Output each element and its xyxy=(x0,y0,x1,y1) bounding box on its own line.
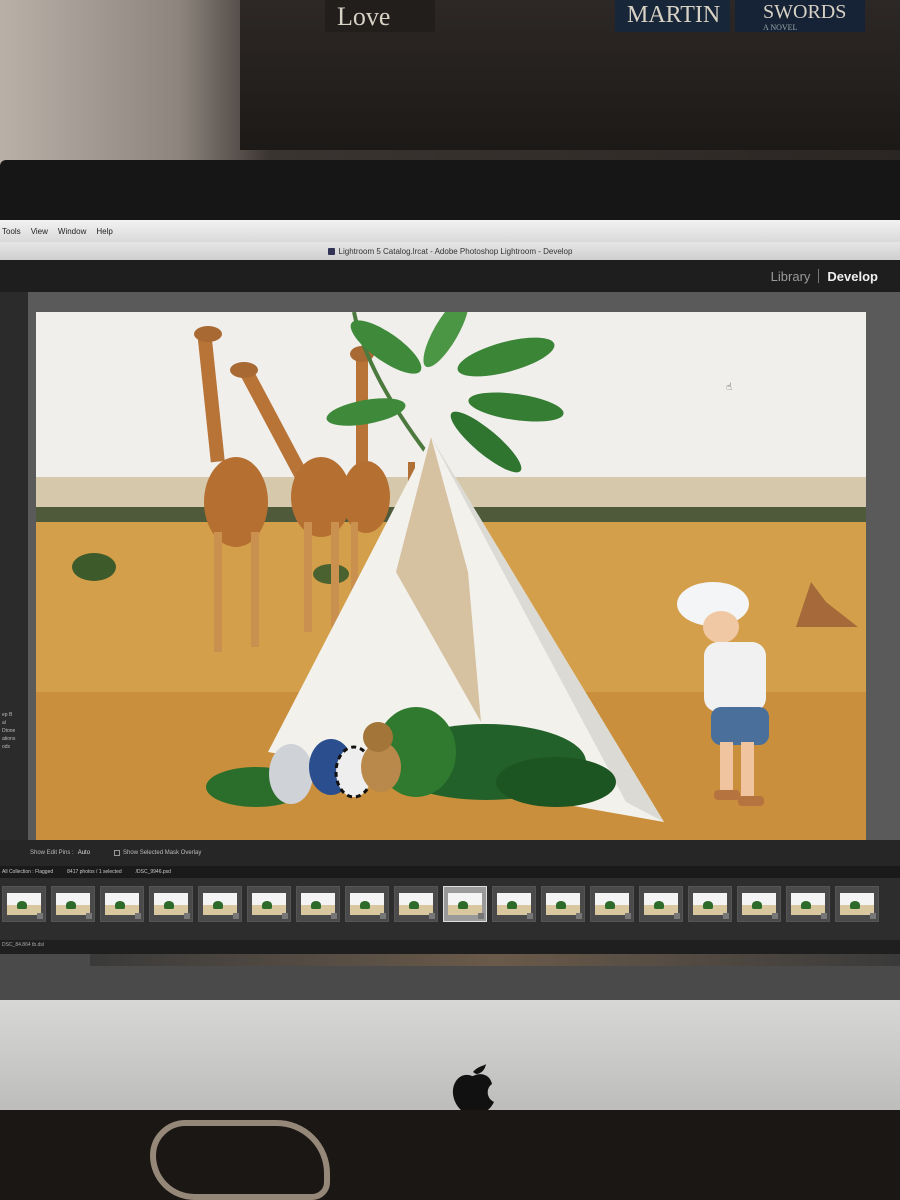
filmstrip-header: All Collection : Flagged 8417 photos / 1… xyxy=(0,866,900,878)
filmstrip-thumbnail[interactable] xyxy=(394,886,438,922)
menu-window[interactable]: Window xyxy=(58,227,86,236)
lightroom-screen: Tools View Window Help Lightroom 5 Catal… xyxy=(0,220,900,1000)
edited-badge-icon xyxy=(723,913,729,919)
thumbnail-plant xyxy=(850,901,860,909)
left-panel-label[interactable]: Dtone xyxy=(2,728,15,734)
desk xyxy=(0,1110,900,1200)
edited-badge-icon xyxy=(625,913,631,919)
thumbnail-plant xyxy=(654,901,664,909)
edited-badge-icon xyxy=(184,913,190,919)
left-panel-label[interactable]: ods xyxy=(2,744,10,750)
filmstrip-filename: /DSC_9946.psd xyxy=(135,869,171,875)
filmstrip-thumbnail[interactable] xyxy=(492,886,536,922)
filmstrip-source[interactable]: All Collection : Flagged xyxy=(2,869,53,875)
filmstrip-thumbnail[interactable] xyxy=(149,886,193,922)
thumbnail-plant xyxy=(801,901,811,909)
filmstrip-thumbnail[interactable] xyxy=(345,886,389,922)
left-panel-label[interactable]: al xyxy=(2,720,6,726)
thumbnail-plant xyxy=(752,901,762,909)
edit-pins-label: Show Edit Pins : xyxy=(30,850,74,856)
edited-badge-icon xyxy=(870,913,876,919)
photo-canvas[interactable]: ☝ xyxy=(36,312,866,870)
status-text: DSC_84.864 tb.dsl xyxy=(2,942,44,948)
module-develop[interactable]: Develop xyxy=(819,269,886,284)
edited-badge-icon xyxy=(821,913,827,919)
thumbnail-plant xyxy=(66,901,76,909)
filmstrip-thumbnail[interactable] xyxy=(541,886,585,922)
edited-badge-icon xyxy=(527,913,533,919)
edited-badge-icon xyxy=(576,913,582,919)
window-title: Lightroom 5 Catalog.lrcat - Adobe Photos… xyxy=(338,246,573,256)
thumbnail-plant xyxy=(703,901,713,909)
bush xyxy=(72,553,116,581)
thumbnail-plant xyxy=(164,901,174,909)
thumbnail-plant xyxy=(213,901,223,909)
thumbnail-plant xyxy=(262,901,272,909)
edited-badge-icon xyxy=(331,913,337,919)
edited-badge-icon xyxy=(135,913,141,919)
filmstrip-thumbnail[interactable] xyxy=(786,886,830,922)
edited-badge-icon xyxy=(674,913,680,919)
mask-overlay-checkbox[interactable] xyxy=(114,850,121,856)
filmstrip-thumbnail[interactable] xyxy=(737,886,781,922)
develop-toolbar: Show Edit Pins : Auto Show Selected Mask… xyxy=(0,840,900,866)
thumbnail-plant xyxy=(17,901,27,909)
thumbnail-plant xyxy=(115,901,125,909)
menu-view[interactable]: View xyxy=(31,227,48,236)
safari-tent-photo: ☝ xyxy=(36,312,866,870)
edited-badge-icon xyxy=(772,913,778,919)
thumbnail-plant xyxy=(605,901,615,909)
document-icon xyxy=(327,247,335,255)
thumbnail-plant xyxy=(360,901,370,909)
module-library[interactable]: Library xyxy=(763,269,819,284)
left-panel-label[interactable]: ep B xyxy=(2,712,12,718)
book-love-title: Love xyxy=(337,2,391,31)
book-martin-title: MARTIN xyxy=(627,2,721,28)
thumbnail-plant xyxy=(409,901,419,909)
cursor-icon: ☝ xyxy=(726,382,732,393)
desk-decoration xyxy=(150,1120,330,1200)
left-panel-label[interactable]: ations xyxy=(2,736,15,742)
module-picker: Library Develop xyxy=(0,260,900,292)
left-panel: ep B al Dtone ations ods xyxy=(0,292,28,842)
filmstrip-thumbnail[interactable] xyxy=(247,886,291,922)
filmstrip-thumbnail[interactable] xyxy=(2,886,46,922)
filmstrip-thumbnail[interactable] xyxy=(688,886,732,922)
edited-badge-icon xyxy=(429,913,435,919)
filmstrip-thumbnail[interactable] xyxy=(100,886,144,922)
edited-badge-icon xyxy=(233,913,239,919)
thumbnail-plant xyxy=(311,901,321,909)
menu-bar: Tools View Window Help xyxy=(0,220,900,242)
book-swords-title: SWORDS xyxy=(763,1,847,23)
edited-badge-icon xyxy=(478,913,484,919)
book-swords-subtitle: A NOVEL xyxy=(763,23,798,32)
thumbnail-plant xyxy=(556,901,566,909)
filmstrip-thumbnail[interactable] xyxy=(296,886,340,922)
filmstrip-thumbnail[interactable] xyxy=(443,886,487,922)
edited-badge-icon xyxy=(282,913,288,919)
filmstrip-thumbnail[interactable] xyxy=(51,886,95,922)
apple-logo-icon xyxy=(452,1064,494,1113)
edited-badge-icon xyxy=(86,913,92,919)
window-titlebar: Lightroom 5 Catalog.lrcat - Adobe Photos… xyxy=(0,242,900,260)
filmstrip-count: 8417 photos / 1 selected xyxy=(67,869,122,875)
edited-badge-icon xyxy=(37,913,43,919)
book-love: Love xyxy=(325,0,435,32)
mask-overlay-label: Show Selected Mask Overlay xyxy=(123,850,202,856)
menu-help[interactable]: Help xyxy=(96,227,112,236)
menu-tools[interactable]: Tools xyxy=(2,227,21,236)
edit-pins-dropdown[interactable]: Auto xyxy=(78,850,90,856)
desktop-dock-strip xyxy=(90,954,900,966)
book-swords: SWORDS A NOVEL xyxy=(735,0,865,32)
thumbnail-plant xyxy=(507,901,517,909)
filmstrip-thumbnail[interactable] xyxy=(835,886,879,922)
filmstrip-thumbnail[interactable] xyxy=(198,886,242,922)
edited-badge-icon xyxy=(380,913,386,919)
filmstrip-thumbnail[interactable] xyxy=(639,886,683,922)
filmstrip xyxy=(0,878,900,940)
filmstrip-thumbnail[interactable] xyxy=(590,886,634,922)
thumbnail-plant xyxy=(458,901,468,909)
status-line: DSC_84.864 tb.dsl xyxy=(0,940,900,954)
book-martin: MARTIN xyxy=(615,0,730,32)
